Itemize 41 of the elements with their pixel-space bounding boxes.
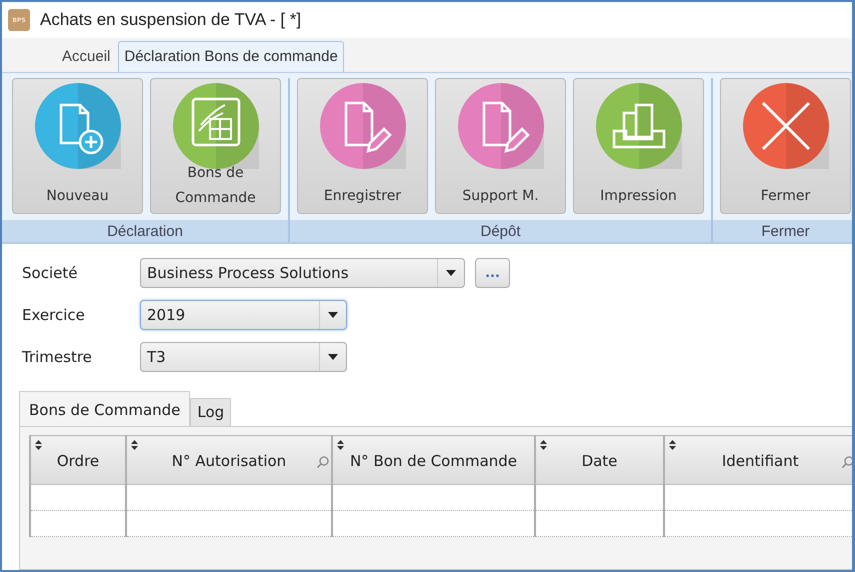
dropdown-field[interactable]: Business Process Solutions (140, 258, 465, 288)
dropdown-arrow-icon (328, 312, 338, 318)
column-header: N° Autorisation (172, 452, 286, 470)
header-cell[interactable]: N° Bon de Commande (332, 436, 535, 484)
group-label: Fermer (761, 222, 810, 240)
ribbon-tab[interactable]: Déclaration Bons de commande (118, 41, 344, 72)
header-cell[interactable]: N° Autorisation (126, 436, 332, 484)
column-header: Date (582, 452, 618, 470)
browse-button[interactable]: ... (475, 258, 510, 288)
dropdown-arrow-icon (446, 270, 456, 276)
header-cell[interactable]: Date (535, 436, 664, 484)
tab[interactable]: Bons de Commande (19, 391, 190, 426)
sort-icon[interactable] (669, 440, 676, 450)
group-label: Dépôt (480, 222, 521, 240)
ribbon-button[interactable]: Impression (573, 78, 704, 214)
column-header: N° Bon de Commande (350, 452, 518, 470)
ribbon-button[interactable]: Support M. (435, 78, 566, 214)
column-header: Ordre (56, 452, 100, 470)
ribbon-button[interactable]: Enregistrer (297, 78, 428, 214)
tab[interactable]: Log (190, 398, 232, 426)
search-icon[interactable] (317, 456, 329, 468)
dropdown-arrow-icon (328, 354, 338, 360)
header-cell[interactable]: Ordre (30, 436, 126, 484)
group-label: Déclaration (107, 222, 183, 240)
ribbon-tab[interactable]: Accueil (56, 41, 116, 72)
sort-icon[interactable] (540, 440, 547, 450)
window-title: Achats en suspension de TVA - [ *] (40, 10, 302, 30)
ribbon-button[interactable]: Fermer (720, 78, 851, 214)
sort-icon[interactable] (337, 440, 344, 450)
field-label: Societé (22, 264, 78, 282)
sort-icon[interactable] (131, 440, 138, 450)
search-icon[interactable] (842, 456, 852, 468)
header-cell[interactable]: Identifiant (664, 436, 852, 484)
ribbon-button[interactable]: Nouveau (12, 78, 143, 214)
column-header: Identifiant (722, 452, 799, 470)
field-label: Trimestre (22, 348, 93, 366)
ribbon-button[interactable]: Bons de Commande (150, 78, 281, 214)
dropdown-field[interactable]: 2019 (140, 300, 347, 330)
dropdown-field[interactable]: T3 (140, 342, 347, 372)
sort-icon[interactable] (35, 440, 42, 450)
field-label: Exercice (22, 306, 86, 324)
